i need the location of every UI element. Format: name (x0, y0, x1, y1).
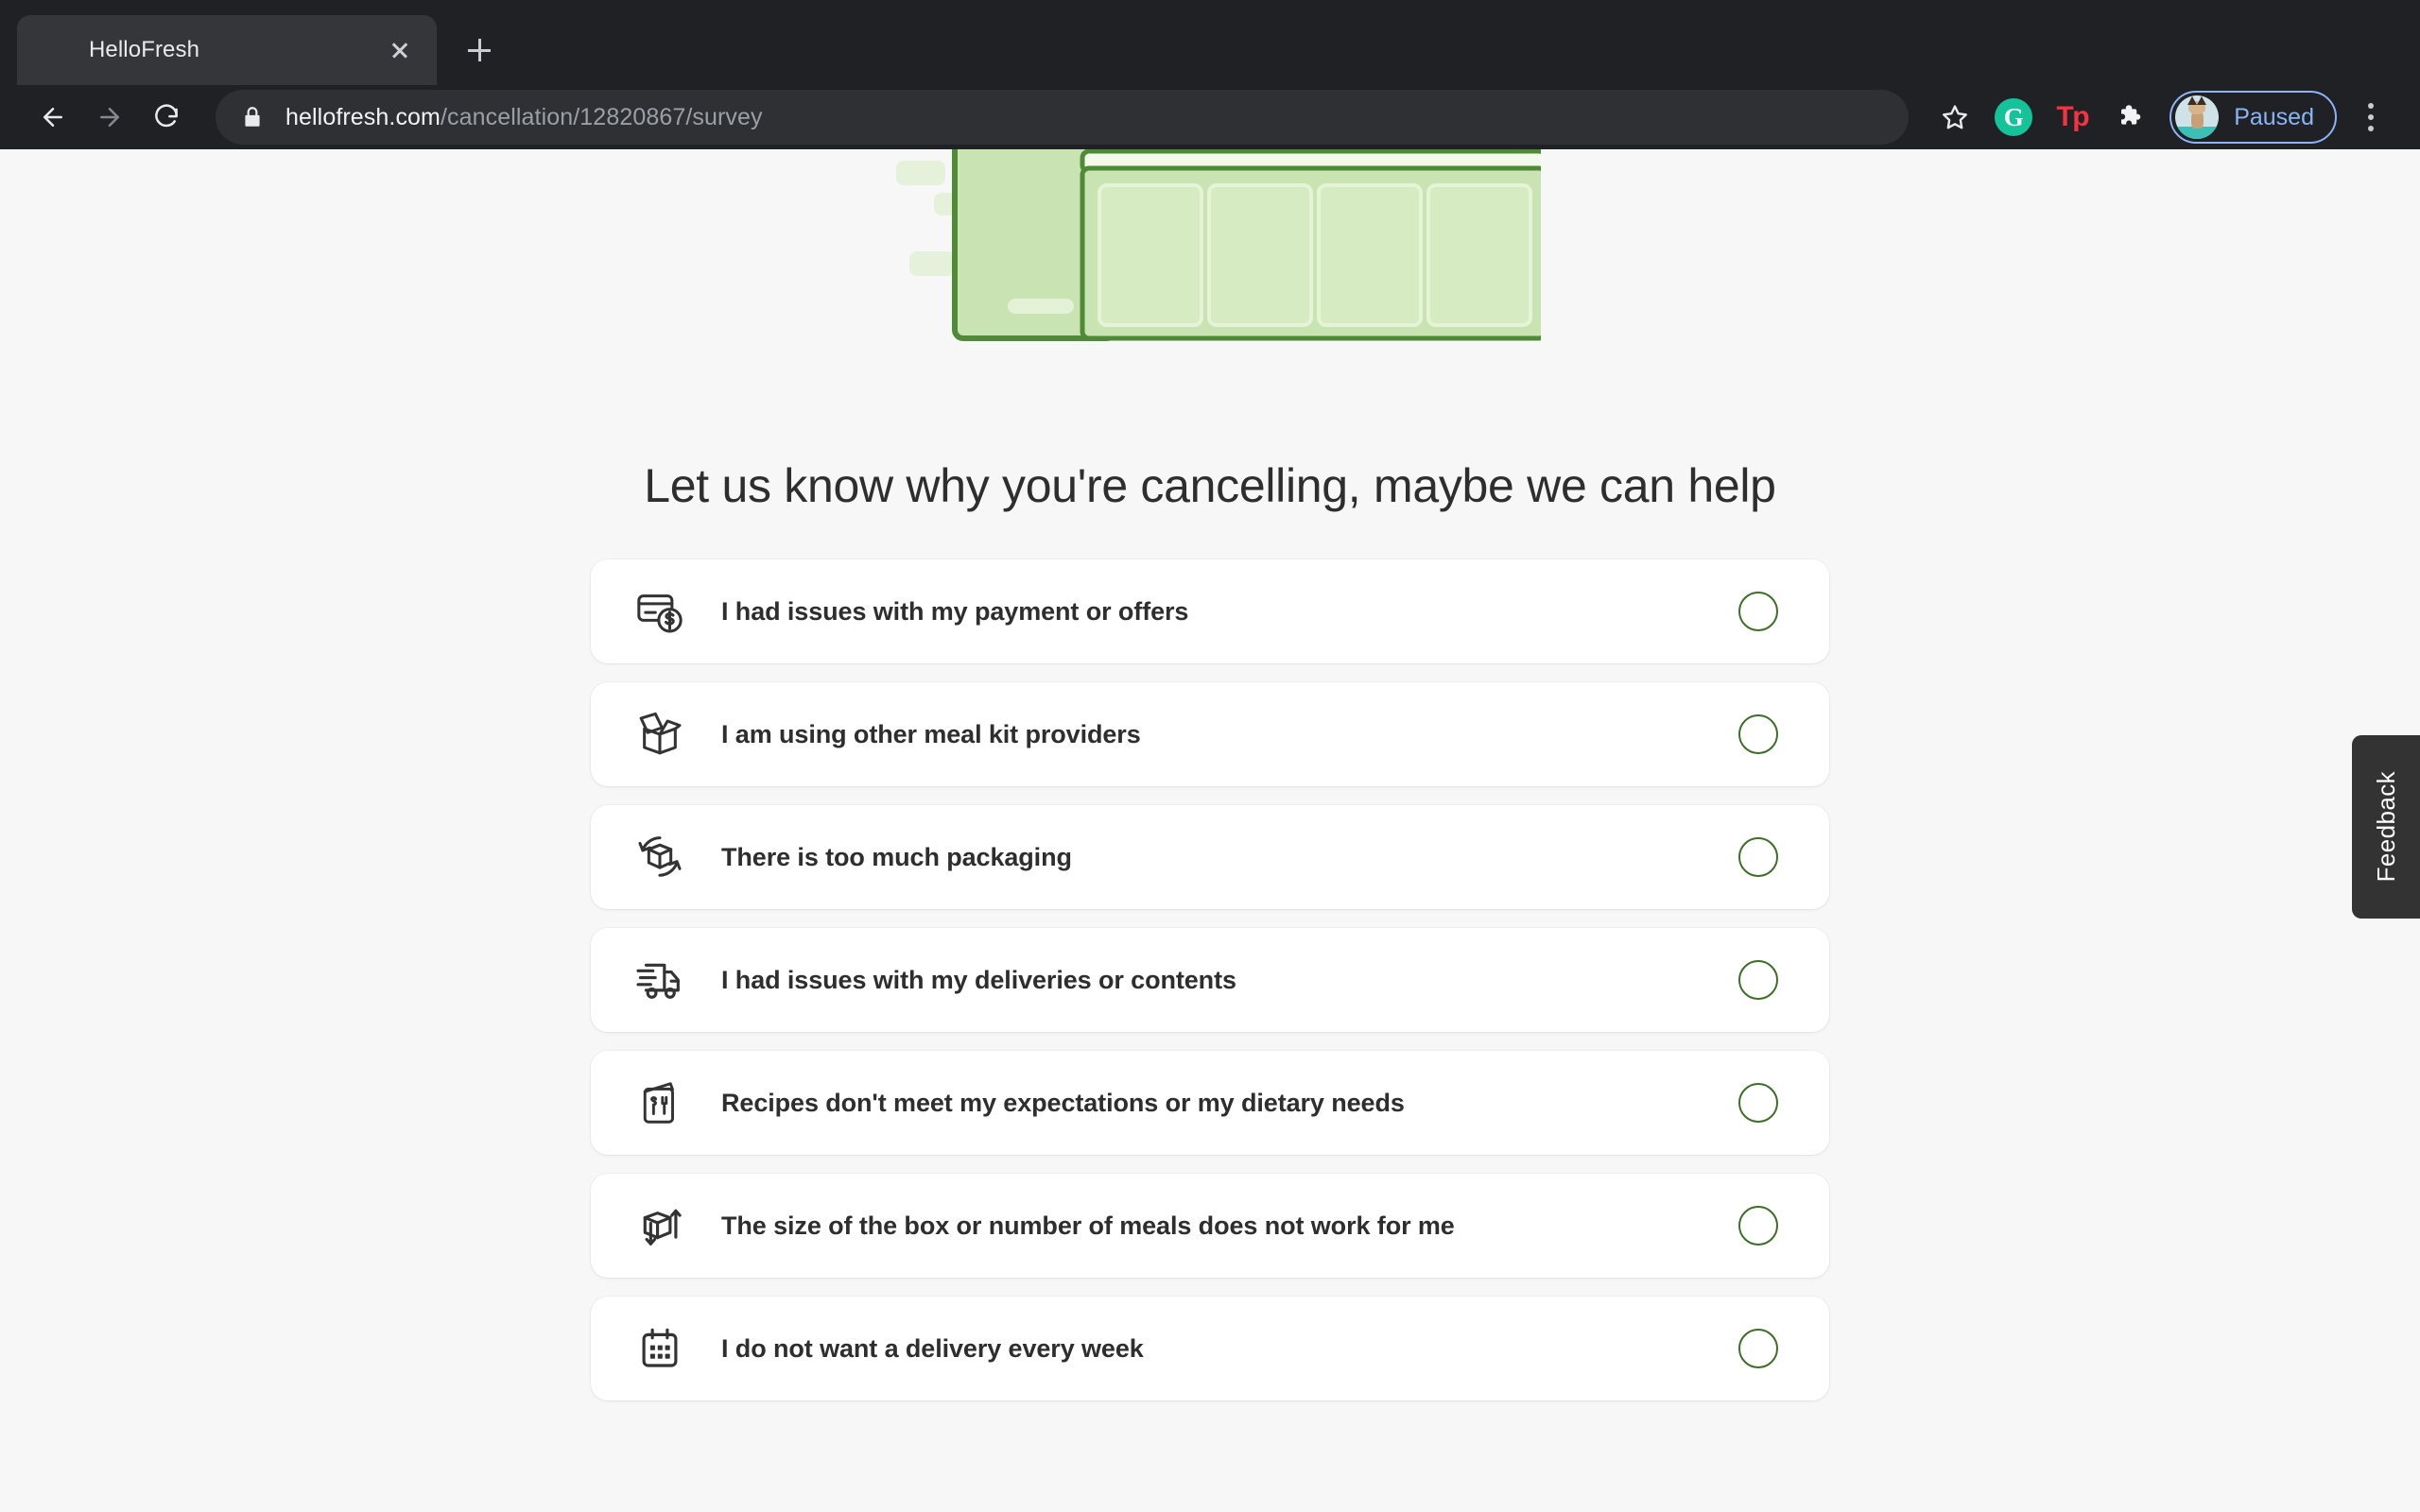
browser-tab[interactable]: HelloFresh (17, 15, 437, 85)
close-icon[interactable] (384, 34, 416, 66)
calendar-icon (631, 1319, 689, 1378)
url-domain: hellofresh.com (285, 104, 441, 130)
cancellation-reason-list: I had issues with my payment or offers I… (591, 559, 1829, 1400)
lock-icon (240, 105, 265, 129)
open-box-icon (631, 705, 689, 764)
extensions-puzzle-icon[interactable] (2103, 90, 2158, 145)
kebab-menu-icon[interactable] (2346, 90, 2395, 145)
url-path: /cancellation/12820867/survey (441, 104, 763, 130)
option-radio[interactable] (1738, 714, 1778, 754)
tab-title: HelloFresh (89, 37, 384, 63)
status-badge: Paused (2234, 104, 2314, 131)
grammarly-glyph: G (1995, 98, 2032, 136)
option-label: I do not want a delivery every week (721, 1334, 1738, 1364)
profile-status-pill[interactable]: Paused (2169, 91, 2337, 144)
option-label: I had issues with my deliveries or conte… (721, 966, 1738, 995)
new-tab-button[interactable] (458, 28, 501, 72)
option-radio[interactable] (1738, 592, 1778, 631)
feedback-tab[interactable]: Feedback (2352, 735, 2420, 919)
avatar (2175, 95, 2219, 139)
bookmark-star-icon[interactable] (1927, 90, 1982, 145)
option-box-size[interactable]: The size of the box or number of meals d… (591, 1174, 1829, 1278)
feedback-tab-label: Feedback (2372, 771, 2401, 882)
tp-extension-icon[interactable]: Tp (2045, 90, 2100, 145)
option-other-providers[interactable]: I am using other meal kit providers (591, 682, 1829, 786)
forward-arrow-icon[interactable] (81, 89, 138, 146)
address-bar[interactable]: hellofresh.com/cancellation/12820867/sur… (216, 90, 1909, 145)
option-radio[interactable] (1738, 1206, 1778, 1246)
browser-chrome: HelloFresh hellofresh.com/cancellation/1… (0, 0, 2420, 149)
box-recycle-icon (631, 828, 689, 886)
option-recipes-expectations[interactable]: Recipes don't meet my expectations or my… (591, 1051, 1829, 1155)
option-radio[interactable] (1738, 837, 1778, 877)
page-title: Let us know why you're cancelling, maybe… (629, 455, 1791, 516)
reload-icon[interactable] (138, 89, 195, 146)
browser-toolbar: hellofresh.com/cancellation/12820867/sur… (0, 85, 2420, 149)
grammarly-extension-icon[interactable]: G (1986, 90, 2041, 145)
option-label: I had issues with my payment or offers (721, 597, 1738, 627)
option-delivery-frequency[interactable]: I do not want a delivery every week (591, 1297, 1829, 1400)
option-radio[interactable] (1738, 960, 1778, 1000)
tp-glyph: Tp (2056, 101, 2088, 133)
recipe-book-icon (631, 1074, 689, 1132)
hero-illustration (0, 149, 2420, 416)
option-too-much-packaging[interactable]: There is too much packaging (591, 805, 1829, 909)
option-payment-issues[interactable]: I had issues with my payment or offers (591, 559, 1829, 663)
option-label: There is too much packaging (721, 843, 1738, 872)
option-radio[interactable] (1738, 1083, 1778, 1123)
option-radio[interactable] (1738, 1329, 1778, 1368)
delivery-truck-icon (631, 951, 689, 1009)
url-text: hellofresh.com/cancellation/12820867/sur… (285, 104, 763, 131)
option-label: I am using other meal kit providers (721, 720, 1738, 749)
option-label: The size of the box or number of meals d… (721, 1211, 1738, 1241)
page-content: Let us know why you're cancelling, maybe… (0, 149, 2420, 1512)
option-delivery-issues[interactable]: I had issues with my deliveries or conte… (591, 928, 1829, 1032)
back-arrow-icon[interactable] (25, 89, 81, 146)
box-resize-icon (631, 1196, 689, 1255)
leaf-icon (38, 36, 66, 64)
tab-strip: HelloFresh (0, 0, 2420, 85)
credit-card-dollar-icon (631, 582, 689, 641)
option-label: Recipes don't meet my expectations or my… (721, 1089, 1738, 1118)
